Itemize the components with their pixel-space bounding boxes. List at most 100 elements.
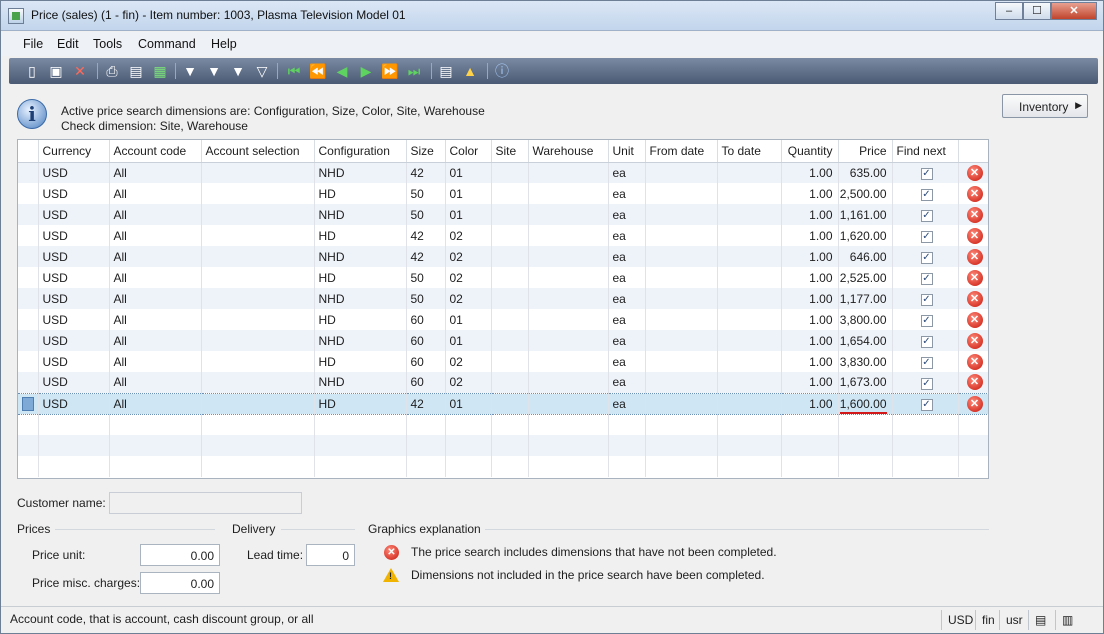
site-cell[interactable] bbox=[491, 225, 529, 246]
empty-cell[interactable] bbox=[406, 456, 446, 477]
configuration-cell[interactable]: NHD bbox=[314, 288, 407, 309]
row-selector[interactable] bbox=[18, 246, 39, 267]
size-cell[interactable]: 50 bbox=[406, 267, 446, 288]
to-date-cell[interactable] bbox=[717, 330, 782, 351]
configuration-cell[interactable]: HD bbox=[314, 309, 407, 330]
price-cell[interactable]: 3,830.00 bbox=[838, 351, 893, 372]
currency-cell[interactable]: USD bbox=[38, 204, 110, 225]
empty-cell[interactable] bbox=[892, 456, 959, 477]
empty-cell[interactable] bbox=[109, 435, 202, 456]
currency-cell[interactable]: USD bbox=[38, 267, 110, 288]
account-selection-cell[interactable] bbox=[201, 225, 315, 246]
color-cell[interactable]: 02 bbox=[445, 225, 492, 246]
quantity-cell[interactable]: 1.00 bbox=[781, 372, 839, 393]
remove-filter-icon[interactable]: ▽ bbox=[253, 62, 271, 80]
row-selector[interactable] bbox=[18, 330, 39, 351]
quantity-cell[interactable]: 1.00 bbox=[781, 162, 839, 183]
warehouse-cell[interactable] bbox=[528, 183, 609, 204]
row-selector[interactable] bbox=[18, 162, 39, 183]
empty-cell[interactable] bbox=[717, 456, 782, 477]
empty-cell[interactable] bbox=[608, 435, 646, 456]
size-cell[interactable]: 50 bbox=[406, 288, 446, 309]
currency-cell[interactable]: USD bbox=[38, 330, 110, 351]
empty-cell[interactable] bbox=[645, 414, 718, 435]
quantity-cell[interactable]: 1.00 bbox=[781, 225, 839, 246]
unit-cell[interactable]: ea bbox=[608, 330, 646, 351]
warehouse-cell[interactable] bbox=[528, 288, 609, 309]
column-header[interactable]: Size bbox=[406, 140, 446, 163]
quantity-cell[interactable]: 1.00 bbox=[781, 392, 839, 415]
quantity-cell[interactable]: 1.00 bbox=[781, 204, 839, 225]
empty-cell[interactable] bbox=[38, 414, 110, 435]
from-date-cell[interactable] bbox=[645, 246, 718, 267]
empty-cell[interactable] bbox=[645, 456, 718, 477]
unit-cell[interactable]: ea bbox=[608, 246, 646, 267]
empty-row[interactable] bbox=[18, 456, 988, 477]
print-preview-icon[interactable]: ▤ bbox=[127, 62, 145, 80]
account-selection-cell[interactable] bbox=[201, 351, 315, 372]
from-date-cell[interactable] bbox=[645, 372, 718, 393]
column-header[interactable]: Currency bbox=[38, 140, 110, 163]
account-code-cell[interactable]: All bbox=[109, 392, 202, 415]
empty-cell[interactable] bbox=[314, 456, 407, 477]
column-header[interactable]: From date bbox=[645, 140, 718, 163]
to-date-cell[interactable] bbox=[717, 372, 782, 393]
configuration-cell[interactable]: NHD bbox=[314, 162, 407, 183]
title-bar[interactable]: Price (sales) (1 - fin) - Item number: 1… bbox=[1, 1, 1103, 31]
empty-cell[interactable] bbox=[528, 435, 609, 456]
account-code-cell[interactable]: All bbox=[109, 288, 202, 309]
price-cell[interactable]: 1,177.00 bbox=[838, 288, 893, 309]
table-row[interactable]: USD All NHD 42 01 ea 1.00 635.00 ✓ ✕ bbox=[18, 162, 988, 183]
empty-cell[interactable] bbox=[445, 435, 492, 456]
site-cell[interactable] bbox=[491, 204, 529, 225]
quantity-cell[interactable]: 1.00 bbox=[781, 330, 839, 351]
column-header[interactable]: Account code bbox=[109, 140, 202, 163]
warehouse-cell[interactable] bbox=[528, 162, 609, 183]
empty-cell[interactable] bbox=[608, 414, 646, 435]
delete-icon[interactable]: ✕ bbox=[71, 62, 89, 80]
unit-cell[interactable]: ea bbox=[608, 267, 646, 288]
empty-cell[interactable] bbox=[645, 435, 718, 456]
account-code-cell[interactable]: All bbox=[109, 162, 202, 183]
currency-cell[interactable]: USD bbox=[38, 225, 110, 246]
from-date-cell[interactable] bbox=[645, 162, 718, 183]
quantity-cell[interactable]: 1.00 bbox=[781, 267, 839, 288]
empty-cell[interactable] bbox=[717, 435, 782, 456]
empty-cell[interactable] bbox=[838, 414, 893, 435]
empty-cell[interactable] bbox=[18, 435, 39, 456]
help-icon[interactable]: ⓘ bbox=[493, 62, 511, 80]
find-next-checkbox[interactable]: ✓ bbox=[920, 315, 933, 327]
site-cell[interactable] bbox=[491, 351, 529, 372]
empty-cell[interactable] bbox=[491, 435, 529, 456]
advanced-filter-icon[interactable]: ▼ bbox=[229, 62, 247, 80]
close-button[interactable]: ✕ bbox=[1051, 2, 1097, 20]
from-date-cell[interactable] bbox=[645, 351, 718, 372]
currency-cell[interactable]: USD bbox=[38, 372, 110, 393]
warehouse-cell[interactable] bbox=[528, 351, 609, 372]
to-date-cell[interactable] bbox=[717, 267, 782, 288]
empty-cell[interactable] bbox=[491, 414, 529, 435]
empty-cell[interactable] bbox=[109, 414, 202, 435]
row-selector[interactable] bbox=[18, 309, 39, 330]
to-date-cell[interactable] bbox=[717, 246, 782, 267]
account-selection-cell[interactable] bbox=[201, 267, 315, 288]
quantity-cell[interactable]: 1.00 bbox=[781, 309, 839, 330]
price-misc-charges-field[interactable]: 0.00 bbox=[140, 572, 220, 594]
from-date-cell[interactable] bbox=[645, 204, 718, 225]
table-row[interactable]: USD All NHD 42 02 ea 1.00 646.00 ✓ ✕ bbox=[18, 246, 988, 267]
unit-cell[interactable]: ea bbox=[608, 309, 646, 330]
print-icon[interactable]: ⎙ bbox=[103, 62, 121, 80]
maximize-button[interactable]: ☐ bbox=[1023, 2, 1051, 20]
empty-cell[interactable] bbox=[528, 414, 609, 435]
account-selection-cell[interactable] bbox=[201, 372, 315, 393]
price-cell[interactable]: 1,673.00 bbox=[838, 372, 893, 393]
price-cell[interactable]: 2,525.00 bbox=[838, 267, 893, 288]
currency-cell[interactable]: USD bbox=[38, 351, 110, 372]
alert-icon[interactable]: ▲ bbox=[461, 62, 479, 80]
column-header[interactable]: To date bbox=[717, 140, 782, 163]
empty-cell[interactable] bbox=[958, 414, 988, 435]
table-row[interactable]: USD All NHD 60 02 ea 1.00 1,673.00 ✓ ✕ bbox=[18, 372, 988, 393]
account-selection-cell[interactable] bbox=[201, 309, 315, 330]
quantity-cell[interactable]: 1.00 bbox=[781, 183, 839, 204]
new-record-icon[interactable]: ▯ bbox=[23, 62, 41, 80]
